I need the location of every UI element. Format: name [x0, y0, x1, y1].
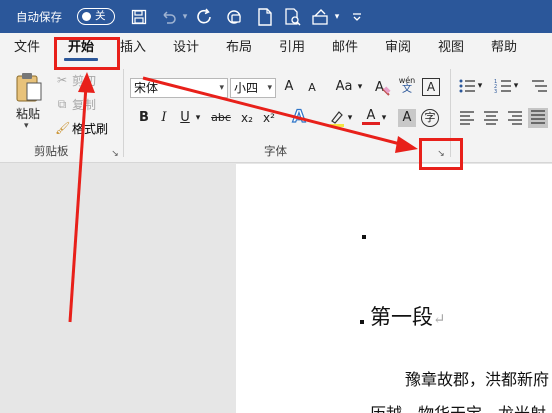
qat-dropdown-icon[interactable]: ▾	[332, 0, 342, 33]
multilevel-list-icon[interactable]	[530, 77, 548, 95]
font-size-value: 小四	[234, 81, 259, 95]
chevron-down-icon: ▾	[267, 83, 272, 93]
align-right-icon[interactable]	[506, 109, 524, 127]
phonetic-bottom: 文	[402, 84, 412, 95]
bullets-dropdown-icon[interactable]: ▾	[476, 77, 484, 95]
character-border-button[interactable]: A	[422, 78, 440, 96]
superscript-button[interactable]: x²	[260, 109, 278, 127]
print-preview-icon[interactable]	[282, 0, 304, 33]
paste-icon[interactable]	[14, 71, 44, 103]
cut-label: 剪切	[72, 73, 97, 88]
strikethrough-button[interactable]: abc	[208, 109, 234, 127]
numbering-icon[interactable]: 123	[494, 77, 512, 95]
highlight-box-home-tab	[54, 37, 120, 70]
highlight-box-font-launcher	[419, 138, 463, 170]
redo-icon[interactable]	[194, 0, 216, 33]
format-painter-button[interactable]: 🖌 格式刷	[55, 118, 108, 138]
clipboard-dialog-launcher-icon[interactable]: ↘	[110, 149, 120, 159]
clipboard-group-label: 剪贴板	[34, 144, 69, 158]
clear-formatting-icon[interactable]: A	[374, 78, 392, 96]
undo-dropdown-icon[interactable]: ▾	[180, 0, 190, 33]
tab-references[interactable]: 引用	[271, 33, 313, 63]
highlight-icon[interactable]	[328, 109, 346, 127]
scissors-icon: ✂	[56, 73, 68, 87]
tab-file[interactable]: 文件	[6, 33, 48, 63]
tab-mailings[interactable]: 邮件	[324, 33, 366, 63]
bullets-icon[interactable]	[458, 77, 476, 95]
paintbrush-icon: 🖌	[55, 121, 71, 135]
heading-text: 第一段	[370, 305, 433, 329]
change-case-dropdown-icon[interactable]: ▾	[356, 78, 364, 96]
copy-icon: ⧉	[57, 97, 67, 111]
tab-view[interactable]: 视图	[430, 33, 472, 63]
shrink-font-button[interactable]: A	[303, 79, 321, 97]
format-painter-label: 格式刷	[72, 121, 109, 136]
cut-button[interactable]: ✂ 剪切	[55, 70, 96, 90]
justify-icon[interactable]	[528, 108, 548, 128]
toggle-knob	[82, 12, 91, 21]
font-name-value: 宋体	[134, 81, 159, 95]
highlight-dropdown-icon[interactable]: ▾	[346, 109, 354, 127]
font-name-box[interactable]: 宋体 ▾	[130, 78, 228, 98]
font-size-box[interactable]: 小四 ▾	[230, 78, 276, 98]
align-left-icon[interactable]	[458, 109, 476, 127]
svg-text:3: 3	[494, 89, 497, 95]
autosave-state: 关	[95, 10, 106, 22]
svg-text:A: A	[375, 80, 384, 95]
document-heading[interactable]: 第一段↵	[370, 301, 446, 331]
format-painter-qat-icon[interactable]	[310, 0, 332, 33]
word-window: 自动保存 关 ▾ ▾ 文件 开始 插入 设计 布局 引用 邮件 审阅 视图 帮助…	[0, 0, 552, 413]
group-separator	[123, 69, 124, 157]
heading-bullet	[360, 320, 364, 324]
autosave-label: 自动保存	[16, 9, 62, 24]
copy-label: 复制	[72, 97, 97, 112]
chevron-down-icon: ▾	[219, 83, 224, 93]
new-document-icon[interactable]	[254, 0, 276, 33]
title-bar: 自动保存 关 ▾ ▾	[0, 0, 552, 33]
phonetic-guide-button[interactable]: wén 文	[398, 76, 416, 95]
subscript-button[interactable]: x₂	[238, 109, 256, 127]
grow-font-button[interactable]: A	[280, 78, 298, 96]
text-effects-button[interactable]: A	[290, 107, 308, 126]
more-chevron-icon[interactable]	[350, 0, 364, 33]
font-group-label: 字体	[264, 144, 287, 158]
empty-paragraph-bullet	[362, 235, 366, 239]
touch-mode-icon[interactable]	[224, 0, 246, 33]
change-case-button[interactable]: Aa	[332, 78, 356, 96]
character-shading-button[interactable]: A	[398, 109, 416, 127]
underline-dropdown-icon[interactable]: ▾	[194, 109, 202, 127]
enclose-characters-button[interactable]: 字	[421, 109, 439, 127]
font-color-dropdown-icon[interactable]: ▾	[380, 109, 388, 127]
autosave-toggle[interactable]: 关	[77, 8, 115, 25]
tab-review[interactable]: 审阅	[377, 33, 419, 63]
tab-design[interactable]: 设计	[165, 33, 207, 63]
align-center-icon[interactable]	[482, 109, 500, 127]
tab-layout[interactable]: 布局	[218, 33, 260, 63]
undo-icon[interactable]	[158, 0, 180, 33]
copy-button[interactable]: ⧉ 复制	[55, 94, 96, 114]
underline-button[interactable]: U	[176, 109, 194, 127]
body-line-1[interactable]: 豫章故郡，洪都新府	[405, 366, 549, 390]
font-color-button[interactable]: A	[362, 107, 380, 125]
body-line-2[interactable]: 历越，物华天宝，龙光射	[370, 400, 546, 413]
ribbon-home: 粘贴 ▾ ✂ 剪切 ⧉ 复制 🖌 格式刷 剪贴板 ↘ 宋体 ▾ 小四 ▾ A A…	[0, 63, 552, 163]
paste-dropdown-icon[interactable]: ▾	[24, 121, 29, 131]
paste-button[interactable]: 粘贴	[16, 105, 40, 122]
paragraph-mark-icon: ↵	[433, 310, 446, 328]
save-icon[interactable]	[128, 0, 150, 33]
numbering-dropdown-icon[interactable]: ▾	[512, 77, 520, 95]
bold-button[interactable]: B	[135, 109, 153, 127]
tab-help[interactable]: 帮助	[483, 33, 525, 63]
italic-button[interactable]: I	[155, 109, 173, 127]
